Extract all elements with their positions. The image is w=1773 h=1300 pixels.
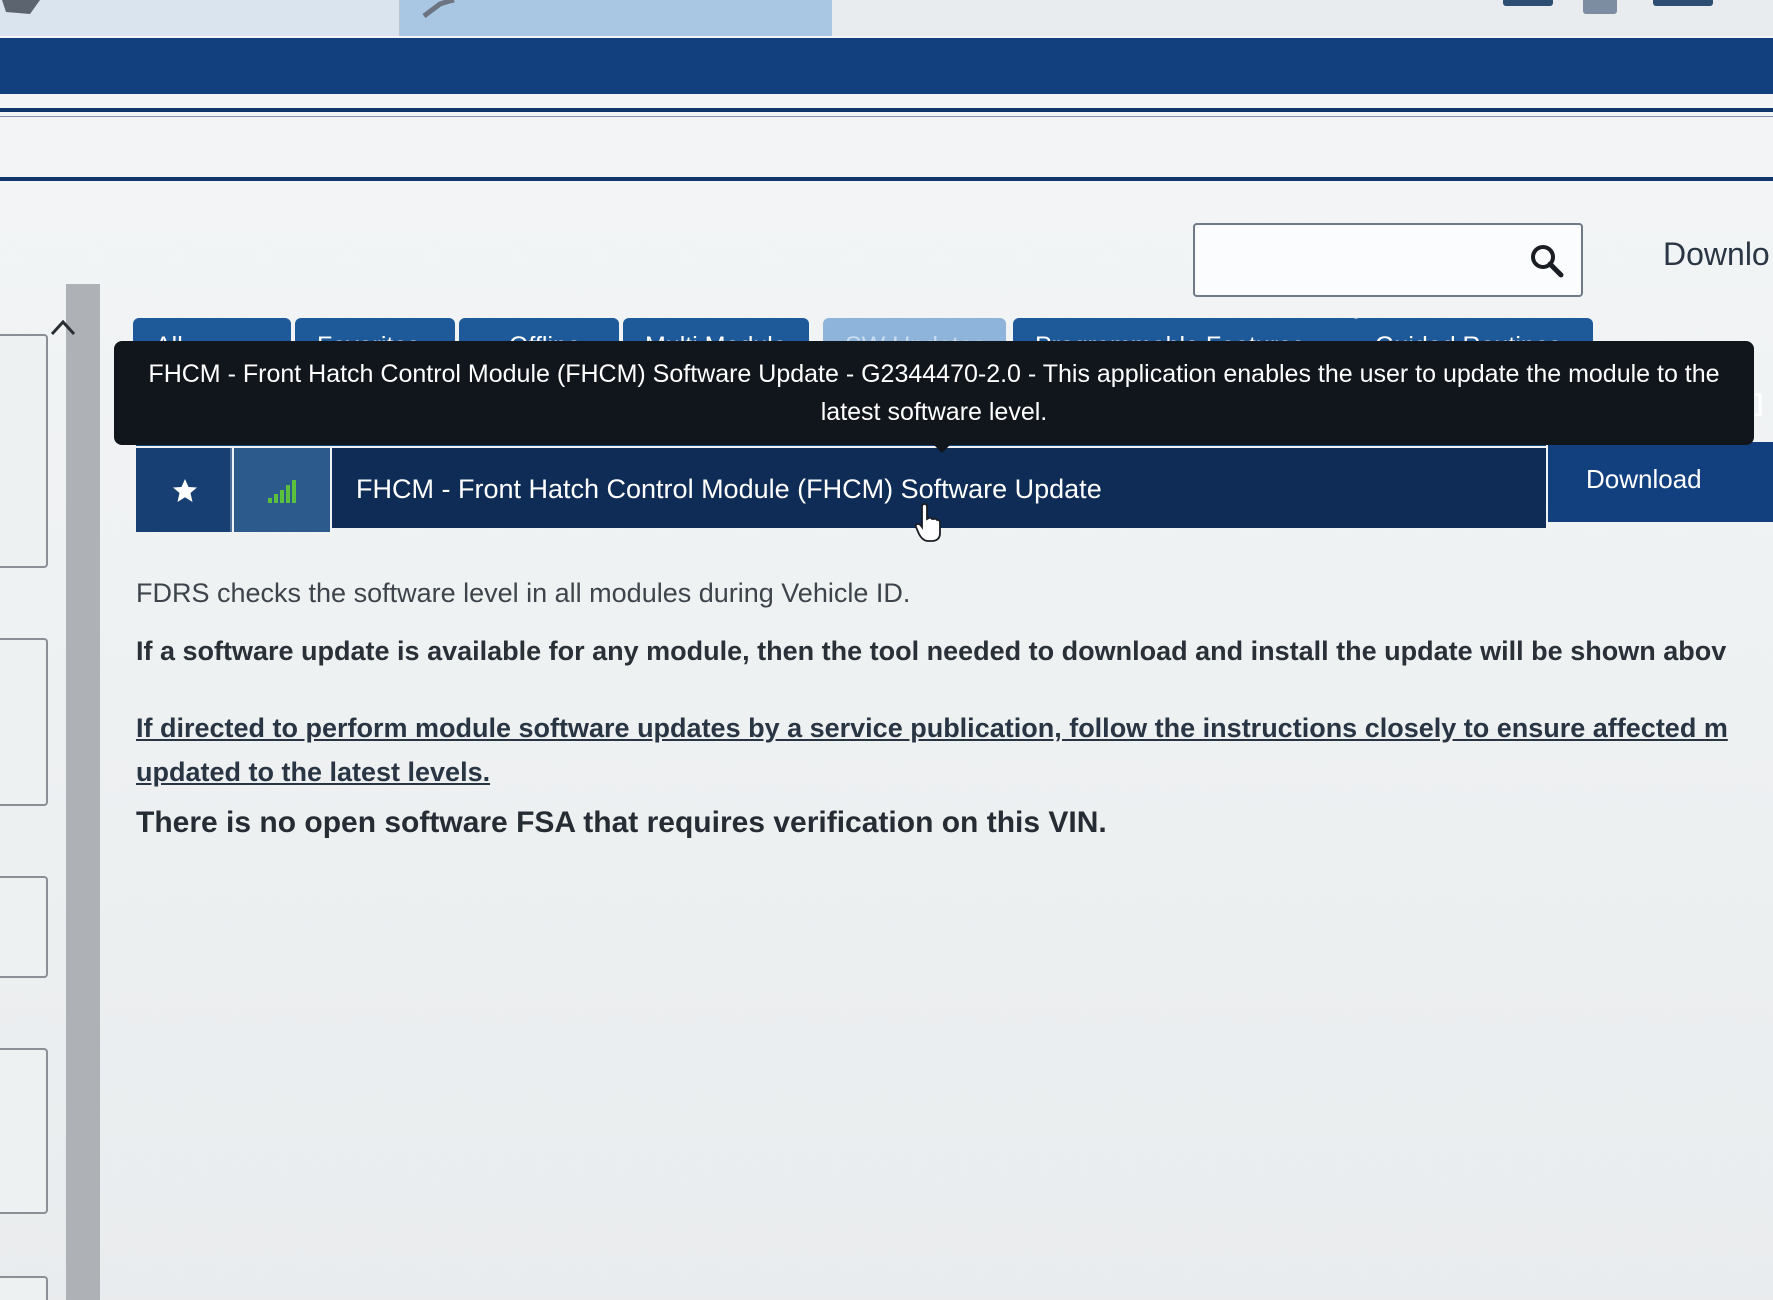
scrollbar[interactable]: [66, 284, 100, 1300]
download-button[interactable]: Download: [1548, 442, 1773, 522]
service-publication-link[interactable]: If directed to perform module software u…: [136, 706, 1773, 794]
tooltip: FHCM - Front Hatch Control Module (FHCM)…: [114, 341, 1754, 445]
side-panel-item[interactable]: [0, 1276, 48, 1300]
search-input[interactable]: [1205, 237, 1505, 285]
side-panel-item[interactable]: [0, 876, 48, 978]
clipped-label: ]: [1755, 390, 1763, 417]
hand-cursor-icon: [914, 503, 941, 542]
tooltip-text: FHCM - Front Hatch Control Module (FHCM)…: [148, 360, 1720, 426]
side-panel-item[interactable]: [0, 638, 48, 806]
fsa-status-text: There is no open software FSA that requi…: [136, 806, 1107, 839]
info-text: If a software update is available for an…: [136, 636, 1727, 666]
signal-icon: [268, 480, 296, 503]
signal-cell: [234, 448, 330, 532]
download-header[interactable]: Downlo: [1663, 236, 1770, 273]
close-icon[interactable]: [1653, 0, 1713, 6]
info-text: FDRS checks the software level in all mo…: [136, 578, 911, 608]
chevron-up-icon[interactable]: [48, 316, 78, 340]
search-icon[interactable]: [1529, 243, 1565, 279]
minimize-icon[interactable]: [1503, 0, 1553, 6]
app-tab-left[interactable]: [0, 0, 400, 36]
restore-icon[interactable]: [1583, 0, 1617, 14]
favorite-cell[interactable]: [136, 448, 232, 532]
side-panel-item[interactable]: [0, 1048, 48, 1214]
app-tab-active[interactable]: [400, 0, 832, 36]
wrench-icon: [422, 0, 455, 18]
divider: [0, 108, 1773, 112]
logo-icon: [2, 0, 40, 14]
table-row[interactable]: FHCM - Front Hatch Control Module (FHCM)…: [136, 442, 1773, 532]
window-controls[interactable]: [1503, 0, 1733, 14]
star-icon[interactable]: [172, 478, 198, 504]
side-panel-item[interactable]: [0, 334, 48, 568]
tooltip-pointer: [932, 443, 952, 453]
search-box[interactable]: [1193, 223, 1583, 297]
header-bar: [0, 38, 1773, 94]
divider: [0, 177, 1773, 181]
divider: [0, 116, 1773, 117]
